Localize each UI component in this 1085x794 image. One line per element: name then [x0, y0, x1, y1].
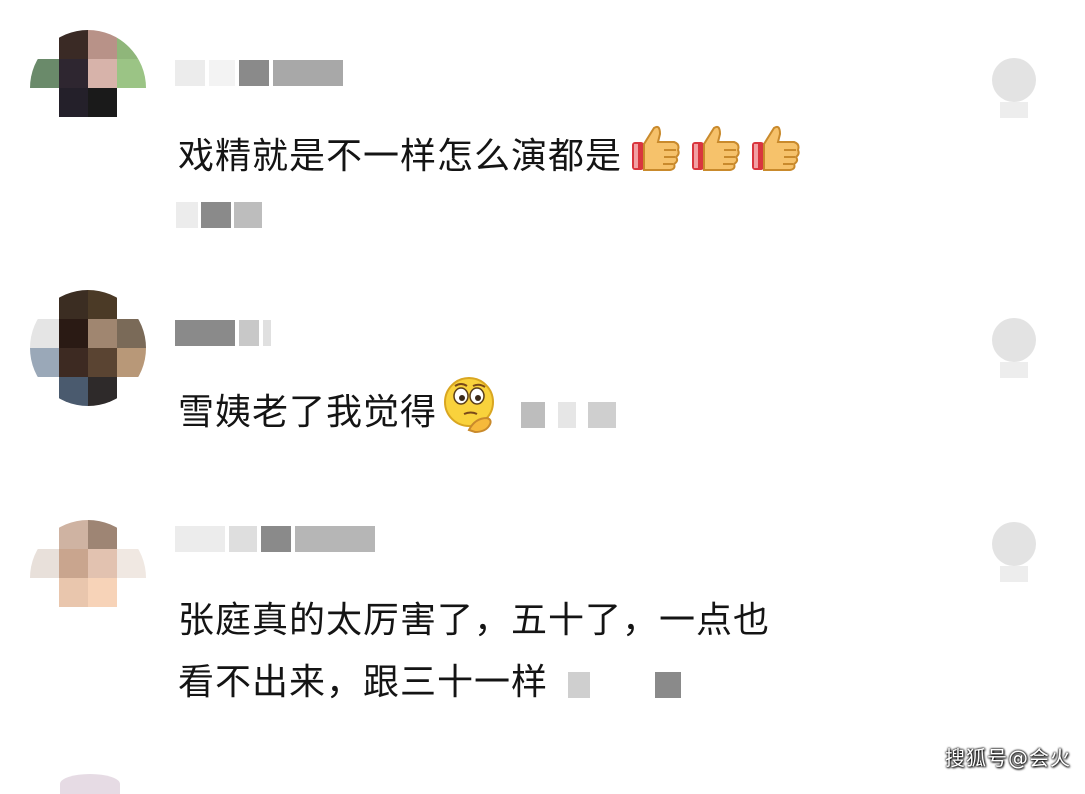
- thinking-face-icon: [439, 374, 499, 454]
- username-blurred[interactable]: [175, 56, 343, 90]
- thumbs-up-icon: [628, 122, 682, 194]
- timestamp-blurred: [176, 202, 262, 228]
- timestamp-blurred: [521, 383, 617, 445]
- comment-text-content: 戏精就是不一样怎么演都是: [178, 136, 623, 177]
- comment-text: 戏精就是不一样怎么演都是: [178, 122, 802, 194]
- avatar[interactable]: [30, 30, 146, 146]
- like-icon[interactable]: [992, 318, 1044, 378]
- avatar[interactable]: [30, 520, 146, 636]
- username-blurred[interactable]: [175, 522, 375, 556]
- username-blurred[interactable]: [175, 316, 271, 350]
- thumbs-up-icon: [688, 122, 742, 194]
- comment-text-content: 张庭真的太厉害了，五十了，一点也: [178, 600, 771, 641]
- comment-text: 雪姨老了我觉得: [178, 374, 617, 454]
- watermark: 搜狐号@会火: [945, 746, 1071, 770]
- comment-text-line-2: 看不出来，跟三十一样: [178, 652, 682, 715]
- comment-text-content: 看不出来，跟三十一样: [178, 662, 549, 703]
- avatar: [60, 774, 120, 794]
- avatar[interactable]: [30, 290, 146, 406]
- like-icon[interactable]: [992, 522, 1044, 582]
- timestamp-blurred: [568, 653, 682, 715]
- thumbs-up-icon: [748, 122, 802, 194]
- like-icon[interactable]: [992, 58, 1044, 118]
- comment-text-content: 雪姨老了我觉得: [178, 392, 438, 433]
- comment-text-line-1: 张庭真的太厉害了，五十了，一点也: [178, 590, 770, 652]
